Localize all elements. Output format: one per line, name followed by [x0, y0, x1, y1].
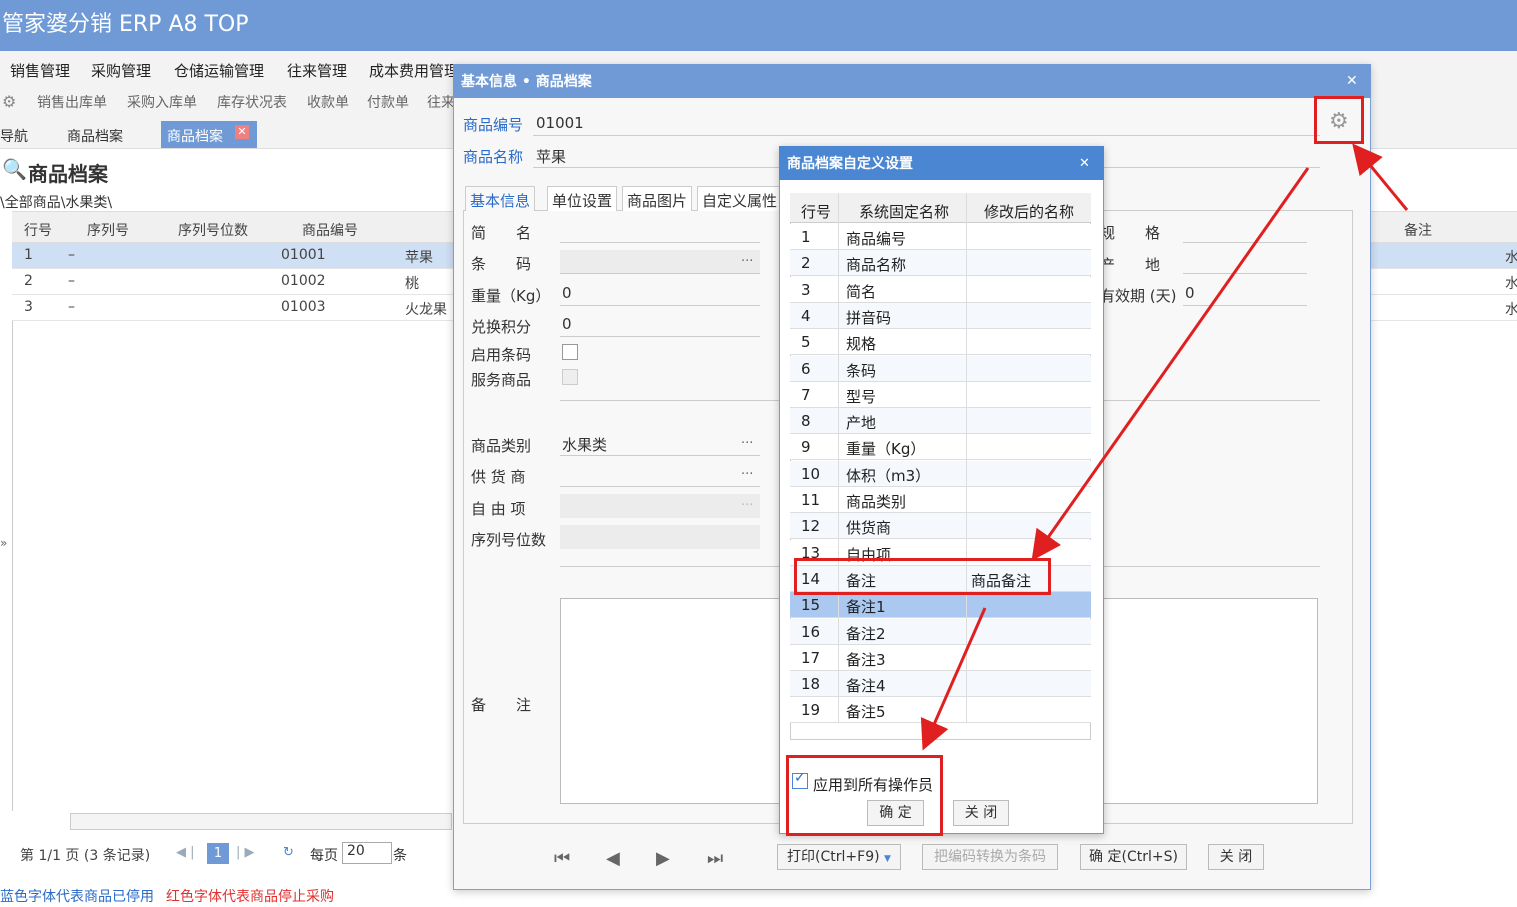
arrow-to-row-14: [1031, 167, 1310, 561]
arrow-to-apply: [920, 607, 987, 751]
arrow-to-gear: [1352, 143, 1409, 211]
annotation-arrows: [920, 143, 1409, 751]
